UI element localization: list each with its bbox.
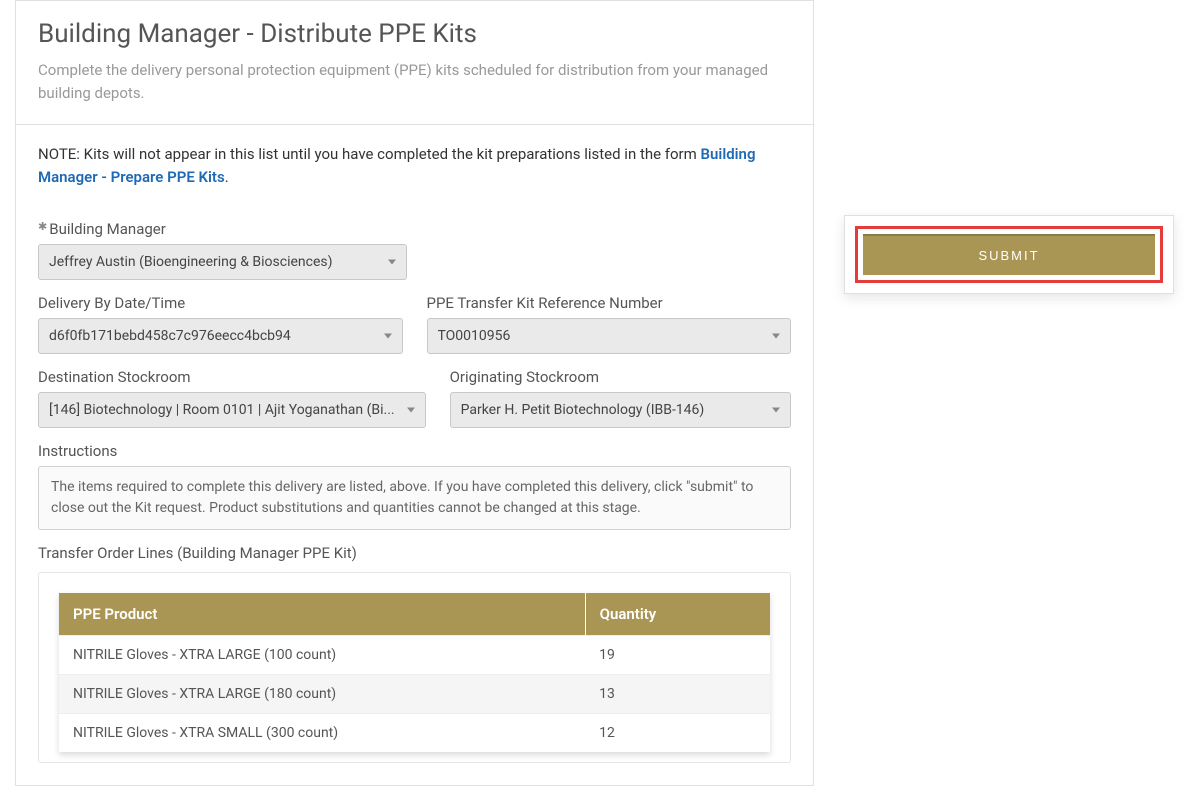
transfer-table-container: PPE Product Quantity NITRILE Gloves - XT… xyxy=(38,572,791,763)
dest-stockroom-label: Destination Stockroom xyxy=(38,368,426,386)
dest-stockroom-value: [146] Biotechnology | Room 0101 | Ajit Y… xyxy=(49,402,395,418)
table-row: NITRILE Gloves - XTRA LARGE (180 count) … xyxy=(59,675,770,714)
orig-stockroom-select[interactable]: Parker H. Petit Biotechnology (IBB-146) xyxy=(450,392,791,428)
col-header-quantity: Quantity xyxy=(585,593,770,636)
submit-card: SUBMIT xyxy=(844,215,1174,294)
main-form-panel: Building Manager - Distribute PPE Kits C… xyxy=(15,0,814,786)
chevron-down-icon xyxy=(772,334,780,339)
instructions-text: The items required to complete this deli… xyxy=(38,466,791,530)
transfer-order-label: Transfer Order Lines (Building Manager P… xyxy=(38,544,791,562)
delivery-by-value: d6f0fb171bebd458c7c976eecc4bcb94 xyxy=(49,328,372,344)
orig-stockroom-label: Originating Stockroom xyxy=(450,368,791,386)
building-manager-label: ✱Building Manager xyxy=(38,220,407,238)
header-section: Building Manager - Distribute PPE Kits C… xyxy=(16,1,813,125)
required-icon: ✱ xyxy=(38,220,47,233)
submit-button[interactable]: SUBMIT xyxy=(863,234,1155,275)
cell-quantity: 13 xyxy=(585,675,770,714)
dest-stockroom-select[interactable]: [146] Biotechnology | Room 0101 | Ajit Y… xyxy=(38,392,426,428)
cell-quantity: 12 xyxy=(585,714,770,753)
cell-product: NITRILE Gloves - XTRA LARGE (180 count) xyxy=(59,675,585,714)
table-row: NITRILE Gloves - XTRA LARGE (100 count) … xyxy=(59,636,770,675)
building-manager-value: Jeffrey Austin (Bioengineering & Bioscie… xyxy=(49,254,376,270)
page-title: Building Manager - Distribute PPE Kits xyxy=(38,19,791,49)
chevron-down-icon xyxy=(384,334,392,339)
note-suffix: . xyxy=(225,168,229,186)
kit-ref-label: PPE Transfer Kit Reference Number xyxy=(427,294,792,312)
orig-stockroom-value: Parker H. Petit Biotechnology (IBB-146) xyxy=(461,402,760,418)
delivery-by-label: Delivery By Date/Time xyxy=(38,294,403,312)
table-row: NITRILE Gloves - XTRA SMALL (300 count) … xyxy=(59,714,770,753)
delivery-by-select[interactable]: d6f0fb171bebd458c7c976eecc4bcb94 xyxy=(38,318,403,354)
kit-ref-select[interactable]: TO0010956 xyxy=(427,318,792,354)
cell-quantity: 19 xyxy=(585,636,770,675)
instructions-label: Instructions xyxy=(38,442,791,460)
page-subtitle: Complete the delivery personal protectio… xyxy=(38,59,791,104)
form-section: ✱Building Manager Jeffrey Austin (Bioeng… xyxy=(16,220,813,785)
chevron-down-icon xyxy=(772,408,780,413)
chevron-down-icon xyxy=(388,260,396,265)
kit-ref-value: TO0010956 xyxy=(438,328,761,344)
chevron-down-icon xyxy=(407,408,415,413)
col-header-product: PPE Product xyxy=(59,593,585,636)
building-manager-select[interactable]: Jeffrey Austin (Bioengineering & Bioscie… xyxy=(38,244,407,280)
cell-product: NITRILE Gloves - XTRA SMALL (300 count) xyxy=(59,714,585,753)
cell-product: NITRILE Gloves - XTRA LARGE (100 count) xyxy=(59,636,585,675)
side-panel: SUBMIT xyxy=(844,0,1174,786)
ppe-table: PPE Product Quantity NITRILE Gloves - XT… xyxy=(59,593,770,752)
submit-highlight-box: SUBMIT xyxy=(855,226,1163,283)
note-prefix: NOTE: Kits will not appear in this list … xyxy=(38,145,701,163)
note-section: NOTE: Kits will not appear in this list … xyxy=(16,125,813,206)
